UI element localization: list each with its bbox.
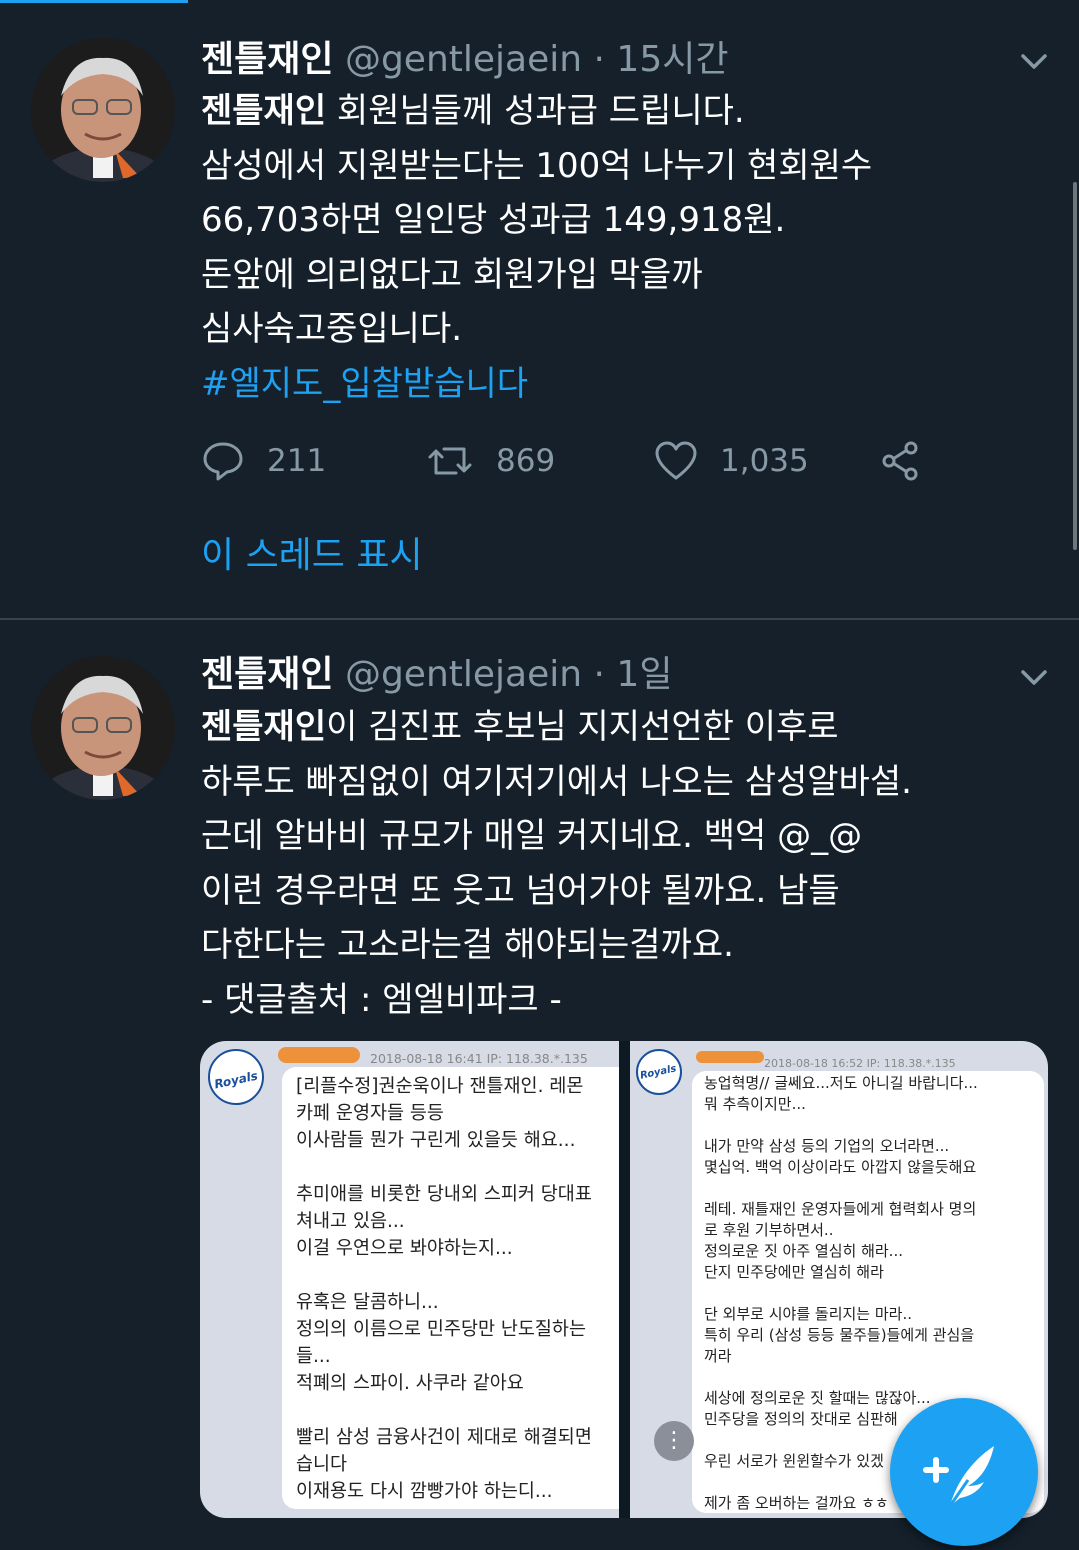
tweet-line: 이런 경우라면 또 웃고 넘어가야 될까요. 남들 [201, 870, 840, 911]
comment-line: 단 외부로 시야를 돌리지는 마라.. [704, 1305, 913, 1323]
avatar[interactable] [31, 656, 175, 800]
comment-line: 뭐 추측이지만... [704, 1095, 806, 1113]
compose-feather-icon [923, 1446, 994, 1507]
logo-text: Royals [213, 1068, 260, 1092]
comment-line: 이걸 우연으로 봐야하는지... [296, 1238, 513, 1259]
comment-line: 이재용도 다시 깜빵가야 하는디... [296, 1481, 553, 1502]
royals-logo: Royals [636, 1049, 682, 1095]
more-options-icon[interactable]: ⋮ [654, 1421, 694, 1461]
share-icon [882, 441, 918, 481]
comment-line: 들... [296, 1346, 331, 1367]
comment-line: 습니다 [296, 1454, 348, 1475]
chevron-down-icon[interactable] [1017, 44, 1051, 78]
comment-line [704, 1283, 1044, 1304]
show-thread-link[interactable]: 이 스레드 표시 [201, 530, 423, 582]
comment-line [296, 1154, 619, 1181]
tweet-line: 66,703하면 일인당 성과급 149,918원. [201, 200, 786, 240]
comment-line: 단지 민주당에만 열심히 해라 [704, 1263, 884, 1281]
tweet-line: 심사숙고중입니다. [201, 309, 463, 349]
tweet-line: 돈앞에 의리없다고 회원가입 막을까 [201, 254, 703, 295]
comment-meta: 2018-08-18 16:41 IP: 118.38.*.135 [370, 1051, 588, 1066]
comment-line: 꺼라 [704, 1347, 732, 1365]
user-handle[interactable]: @gentlejaein [345, 39, 582, 80]
comment-line: [리플수정]권순욱이나 잰틀재인. 레몬 [296, 1076, 584, 1097]
tweet-line: 다한다는 고소라는걸 해야되는걸까요. [201, 925, 734, 965]
tweet-line: - 댓글출처 : 엠엘비파크 - [201, 979, 562, 1020]
chevron-down-icon[interactable] [1017, 660, 1051, 694]
comment-line: 쳐내고 있음... [296, 1211, 405, 1232]
comment-line [704, 1115, 1044, 1136]
like-button[interactable]: 1,035 [654, 435, 809, 487]
retweet-button[interactable]: 869 [426, 435, 555, 487]
comment-line: 추미애를 비롯한 당내외 스피커 당대표 [296, 1184, 592, 1205]
tweet-line: 삼성에서 지원받는다는 100억 나누기 현회원수 [201, 145, 873, 186]
line-text: 회원님들께 성과급 드립니다. [326, 91, 745, 131]
tweet-text: 젠틀재인이 김진표 후보님 지지선언한 이후로 하루도 빠짐없이 여기저기에서 … [201, 700, 1061, 1027]
user-handle[interactable]: @gentlejaein [345, 654, 582, 695]
comment-meta: 2018-08-18 16:52 IP: 118.38.*.135 [764, 1057, 956, 1070]
redacted-name [278, 1047, 360, 1063]
reply-icon [203, 442, 243, 481]
compose-tweet-button[interactable] [890, 1398, 1038, 1546]
comment-line: 로 후원 기부하면서.. [704, 1221, 834, 1239]
comment-line: 농업혁명// 글쎄요...저도 아니길 바랍니다... [704, 1074, 978, 1092]
share-button[interactable] [879, 435, 945, 487]
royals-logo: Royals [208, 1049, 264, 1105]
heart-icon [655, 441, 697, 480]
tweet-1[interactable]: 젠틀재인 @gentlejaein · 15시간 젠틀재인 회원님들께 성과급 … [0, 0, 1079, 618]
tweet-header: 젠틀재인 @gentlejaein · 1일 [201, 650, 672, 700]
line-text: 이 김진표 후보님 지지선언한 이후로 [326, 707, 839, 747]
comment-line: 빨리 삼성 금융사건이 제대로 해결되면 [296, 1427, 592, 1448]
avatar[interactable] [31, 38, 175, 182]
comment-line: 몇십억. 백억 이상이라도 아깝지 않을듯해요 [704, 1158, 977, 1176]
display-name[interactable]: 젠틀재인 [201, 39, 333, 80]
timestamp[interactable]: 1일 [616, 654, 672, 695]
logo-text: Royals [639, 1063, 678, 1082]
comment-line [704, 1178, 1044, 1199]
comment-line: 정의로운 짓 아주 열심히 해라... [704, 1242, 903, 1260]
comment-line: 내가 만약 삼성 등의 기업의 오너라면... [704, 1137, 950, 1155]
tweet-text: 젠틀재인 회원님들께 성과급 드립니다. 삼성에서 지원받는다는 100억 나누… [201, 84, 1061, 411]
display-name[interactable]: 젠틀재인 [201, 654, 333, 695]
comment-line [704, 1367, 1044, 1388]
separator: · [593, 654, 605, 695]
timestamp[interactable]: 15시간 [616, 39, 728, 80]
mention-name: 젠틀재인 [201, 91, 327, 131]
redacted-name [696, 1051, 764, 1063]
tweet-header: 젠틀재인 @gentlejaein · 15시간 [201, 35, 728, 85]
tweet-line: 하루도 빠짐없이 여기저기에서 나오는 삼성알바설. [201, 761, 912, 802]
like-count: 1,035 [720, 443, 809, 479]
comment-line [296, 1262, 619, 1289]
comment-line: 이사람들 뭔가 구린게 있을듯 해요... [296, 1130, 576, 1151]
comment-line: 정의의 이름으로 민주당만 난도질하는 [296, 1319, 586, 1340]
hashtag-link[interactable]: #엘지도_입찰받습니다 [201, 357, 1061, 412]
tweet-line: 젠틀재인이 김진표 후보님 지지선언한 이후로 [201, 700, 1061, 755]
retweet-count: 869 [496, 443, 556, 479]
reply-count: 211 [267, 443, 327, 479]
comment-line: 레테. 재틀재인 운영자들에게 협력회사 명의 [704, 1200, 977, 1218]
tweet-line: 근데 알바비 규모가 매일 커지네요. 백억 @_@ [201, 816, 863, 856]
comment-line: 특히 우리 (삼성 등등 물주들)들에게 관심을 [704, 1326, 975, 1344]
comment-line: 적폐의 스파이. 사쿠라 같아요 [296, 1373, 524, 1394]
tweet-actions: 211 869 1,035 [201, 435, 1021, 487]
reply-button[interactable]: 211 [201, 435, 326, 487]
retweet-icon [428, 447, 472, 475]
media-image-left[interactable]: Royals 2018-08-18 16:41 IP: 118.38.*.135… [200, 1041, 619, 1518]
comment-line [296, 1397, 619, 1424]
comment-bubble: [리플수정]권순욱이나 잰틀재인. 레몬 카페 운영자들 등등 이사람들 뭔가 … [282, 1067, 619, 1509]
mention-name: 젠틀재인 [201, 707, 327, 747]
comment-line: 유혹은 달콤하니... [296, 1292, 439, 1313]
separator: · [593, 39, 605, 80]
tweet-line: 젠틀재인 회원님들께 성과급 드립니다. [201, 84, 1061, 139]
comment-line: 카페 운영자들 등등 [296, 1103, 444, 1124]
